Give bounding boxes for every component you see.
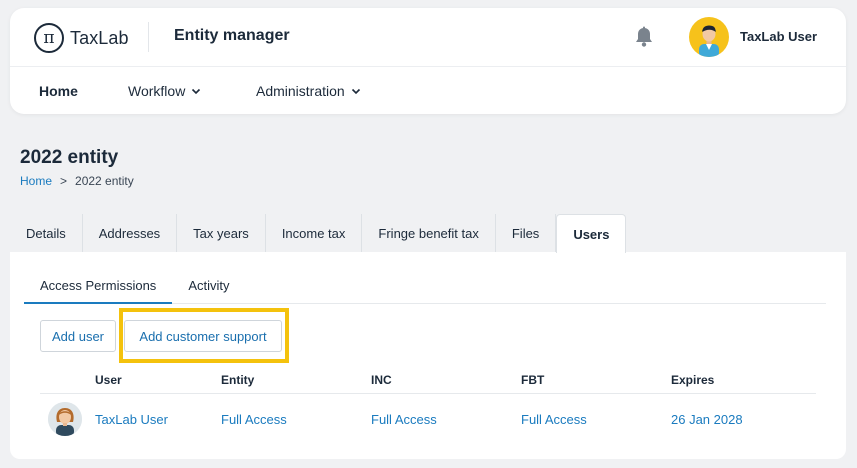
app-title: Entity manager <box>174 27 290 44</box>
entity-access-link[interactable]: Full Access <box>221 412 287 427</box>
breadcrumb-current: 2022 entity <box>75 174 134 188</box>
logo-text: TaxLab <box>70 27 129 48</box>
breadcrumb-separator: > <box>60 174 68 188</box>
users-panel: Access Permissions Activity Add user Add… <box>10 252 846 459</box>
taxlab-logo[interactable]: π TaxLab <box>34 23 129 53</box>
tab-tax-years[interactable]: Tax years <box>177 214 266 253</box>
logo-mark-icon: π <box>34 23 64 53</box>
add-user-button[interactable]: Add user <box>40 320 116 352</box>
table-row: TaxLab User Full Access Full Access Full… <box>40 394 816 448</box>
header-inc: INC <box>371 373 392 387</box>
header-card: π TaxLab Entity manager TaxLab User Home <box>10 8 846 114</box>
page-title: 2022 entity <box>20 147 119 168</box>
tab-users[interactable]: Users <box>556 214 627 253</box>
nav-administration-label: Administration <box>256 83 345 99</box>
expires-link[interactable]: 26 Jan 2028 <box>671 412 743 427</box>
tab-addresses[interactable]: Addresses <box>83 214 178 253</box>
nav-administration[interactable]: Administration <box>256 83 361 99</box>
nav-home-label: Home <box>39 83 78 99</box>
breadcrumb-home-link[interactable]: Home <box>20 174 52 188</box>
chevron-down-icon <box>192 88 201 95</box>
top-bar: π TaxLab Entity manager TaxLab User <box>10 8 846 67</box>
permissions-table: User Entity INC FBT Expires TaxLab User … <box>40 366 816 448</box>
breadcrumb: Home > 2022 entity <box>20 174 134 188</box>
user-avatar[interactable] <box>689 17 729 57</box>
tab-income-tax[interactable]: Income tax <box>266 214 363 253</box>
table-header: User Entity INC FBT Expires <box>40 366 816 394</box>
nav-workflow[interactable]: Workflow <box>128 83 201 99</box>
user-name[interactable]: TaxLab User <box>740 29 817 44</box>
nav-home[interactable]: Home <box>39 83 78 99</box>
main-nav: Home Workflow Administration <box>10 68 846 114</box>
fbt-access-link[interactable]: Full Access <box>521 412 587 427</box>
header-entity: Entity <box>221 373 255 387</box>
users-subtabs: Access Permissions Activity <box>24 270 826 304</box>
bell-icon[interactable] <box>634 26 654 48</box>
header-user: User <box>95 373 122 387</box>
nav-workflow-label: Workflow <box>128 83 186 99</box>
avatar <box>48 402 82 436</box>
inc-access-link[interactable]: Full Access <box>371 412 437 427</box>
header-fbt: FBT <box>521 373 545 387</box>
subtab-access-permissions[interactable]: Access Permissions <box>24 270 173 304</box>
divider <box>148 22 149 52</box>
chevron-down-icon <box>351 88 360 95</box>
tab-files[interactable]: Files <box>496 214 557 253</box>
tab-details[interactable]: Details <box>10 214 83 253</box>
add-customer-support-button[interactable]: Add customer support <box>124 320 282 352</box>
subtab-activity[interactable]: Activity <box>172 270 245 304</box>
entity-tabs: Details Addresses Tax years Income tax F… <box>10 214 627 253</box>
tab-fringe-benefit-tax[interactable]: Fringe benefit tax <box>362 214 496 253</box>
header-expires: Expires <box>671 373 715 387</box>
user-link[interactable]: TaxLab User <box>95 412 168 427</box>
